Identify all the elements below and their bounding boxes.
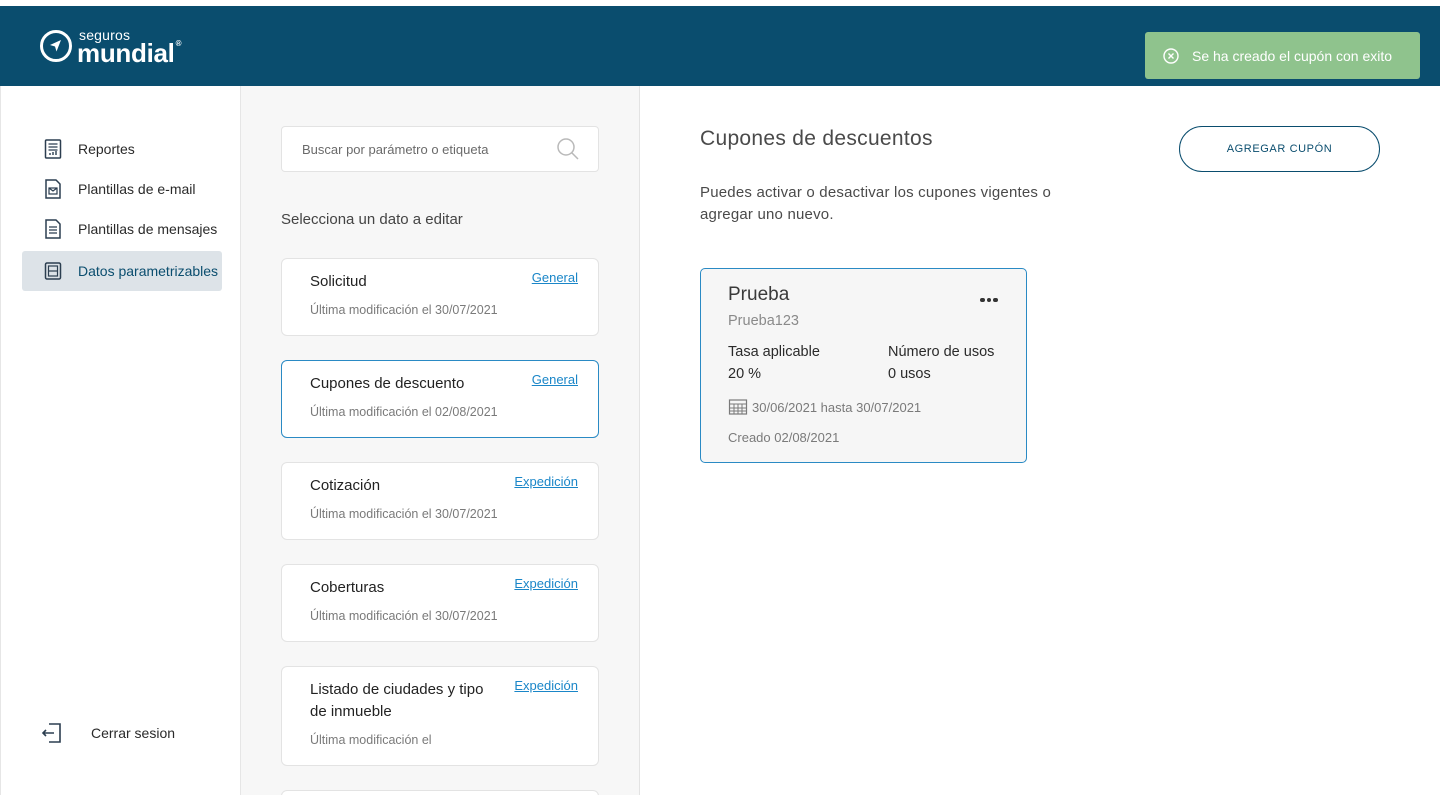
card-meta: Última modificación el 30/07/2021 [310,507,498,521]
param-card-coberturas[interactable]: Coberturas Expedición Última modificació… [281,564,599,642]
card-tag-link[interactable]: General [532,372,578,387]
card-meta: Última modificación el 30/07/2021 [310,609,498,623]
message-template-icon [45,219,61,239]
logout-button[interactable]: Cerrar sesion [41,722,175,744]
email-template-icon [45,179,61,199]
rate-value: 20 % [728,366,762,382]
sidebar-item-message-templates[interactable]: Plantillas de mensajes [22,209,222,249]
search-box [281,126,599,172]
sidebar-item-email-templates[interactable]: Plantillas de e-mail [22,169,222,209]
brand-logo[interactable]: seguros mundial® [40,28,181,66]
rate-label: Tasa aplicable [728,344,820,360]
logout-label: Cerrar sesion [91,725,176,741]
section-title: Selecciona un dato a editar [281,211,463,228]
sidebar-item-label: Datos parametrizables [78,263,219,279]
sidebar-item-label: Reportes [78,141,135,157]
card-title: Listado de ciudades y tipo de inmueble [310,681,484,720]
coupon-created: Creado 02/08/2021 [728,430,840,445]
card-title: Cotización [310,477,381,494]
param-card-solicitud[interactable]: Solicitud General Última modificación el… [281,258,599,336]
sidebar-item-label: Plantillas de e-mail [78,181,196,197]
app-header: seguros mundial® Se ha creado el cupón c… [0,6,1440,86]
card-tag-link[interactable]: Expedición [514,474,578,489]
page-title: Cupones de descuentos [700,127,933,150]
card-meta: Última modificación el 02/08/2021 [310,405,498,419]
search-input[interactable] [282,127,542,171]
parameters-panel: Selecciona un dato a editar Solicitud Ge… [241,86,640,795]
coupon-card[interactable]: Prueba Prueba123 Tasa aplicable 20 % Núm… [700,268,1027,463]
card-meta: Última modificación el 30/07/2021 [310,303,498,317]
card-title: Cupones de descuento [310,375,465,392]
logout-icon [41,723,61,743]
logo-compass-icon [40,30,72,62]
brand-name: mundial® [77,38,182,68]
param-card-cotizacion[interactable]: Cotización Expedición Última modificació… [281,462,599,540]
card-title: Solicitud [310,273,367,290]
sidebar: Reportes Plantillas de e-mail Plantillas… [0,86,241,795]
uses-label: Número de usos [888,344,995,360]
card-meta: Última modificación el [310,733,432,747]
card-title: Coberturas [310,579,385,596]
report-icon [44,139,62,159]
success-toast: Se ha creado el cupón con exito [1145,32,1420,79]
calendar-icon [728,399,748,415]
add-coupon-button[interactable]: AGREGAR CUPÓN [1179,126,1380,172]
sidebar-item-datos-parametrizables[interactable]: Datos parametrizables [22,251,222,291]
card-tag-link[interactable]: Expedición [514,576,578,591]
sidebar-item-reportes[interactable]: Reportes [22,129,222,169]
param-card-ciudades[interactable]: Listado de ciudades y tipo de inmueble Ex… [281,666,599,766]
search-icon[interactable] [556,137,580,161]
coupon-name: Prueba [728,284,790,305]
sidebar-item-label: Plantillas de mensajes [78,221,218,237]
card-tag-link[interactable]: General [532,270,578,285]
param-card-partial[interactable] [281,790,599,795]
coupon-code: Prueba123 [728,313,799,329]
database-icon [44,262,62,280]
card-tag-link[interactable]: Expedición [514,678,578,693]
close-circle-icon[interactable] [1163,47,1179,64]
more-options-icon[interactable] [980,289,1002,302]
toast-message: Se ha creado el cupón con exito [1192,47,1393,64]
uses-value: 0 usos [888,366,931,382]
coupon-date-range: 30/06/2021 hasta 30/07/2021 [728,398,921,416]
page-description: Puedes activar o desactivar los cupones … [700,184,1052,223]
param-card-cupones[interactable]: Cupones de descuento General Última modi… [281,360,599,438]
